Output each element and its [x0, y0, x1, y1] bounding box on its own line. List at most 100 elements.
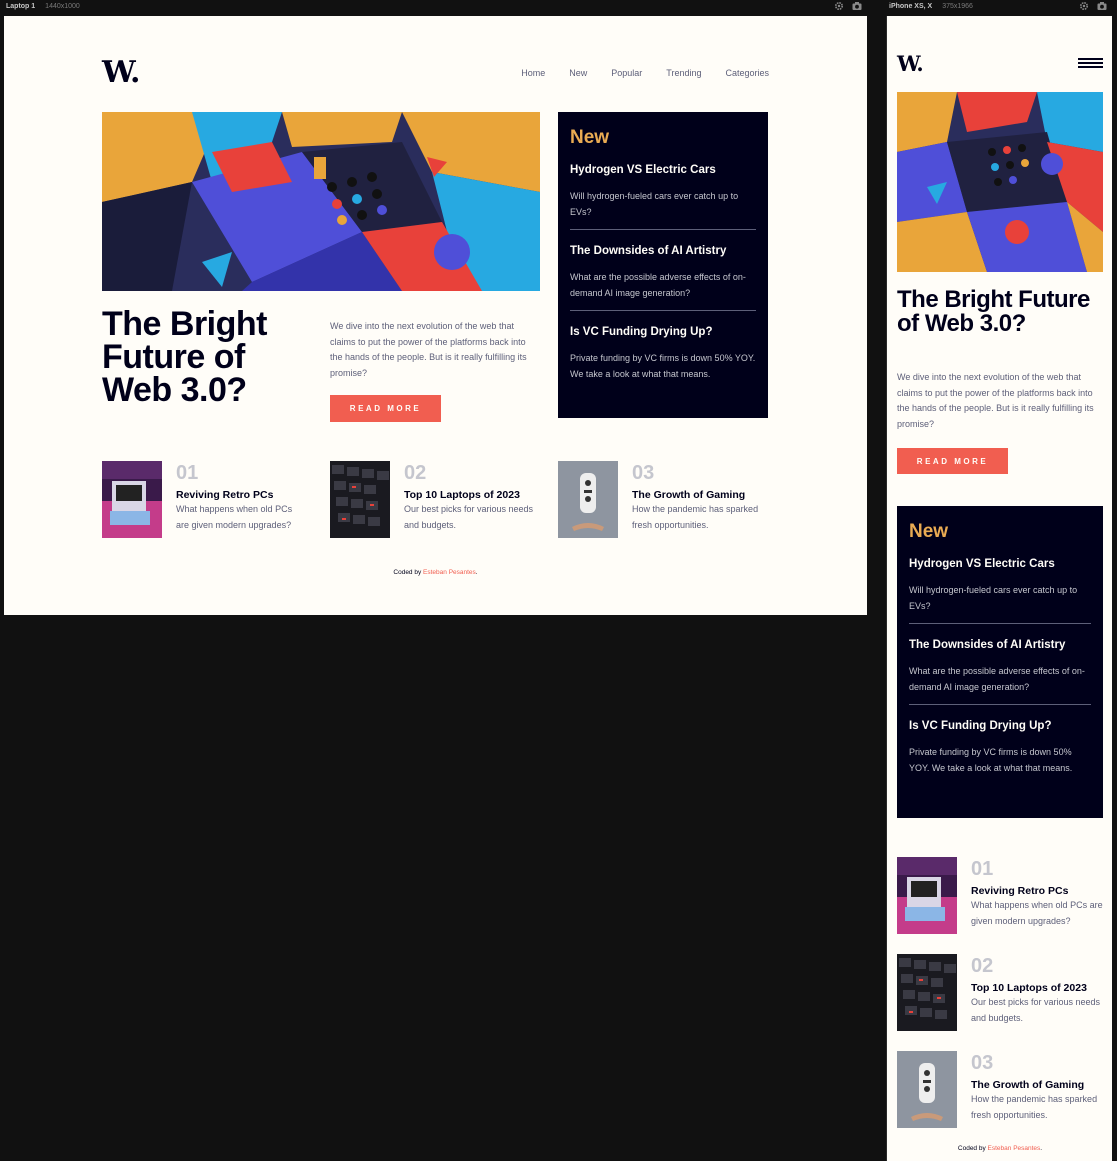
- article-card[interactable]: 03 The Growth of Gaming How the pandemic…: [558, 461, 762, 538]
- new-item-title[interactable]: Is VC Funding Drying Up?: [570, 325, 756, 339]
- featured-cards: 01 Reviving Retro PCs What happens when …: [897, 857, 1103, 1128]
- new-item-title[interactable]: Hydrogen VS Electric Cars: [570, 163, 756, 177]
- nav-item-popular[interactable]: Popular: [611, 68, 642, 78]
- hero-description: We dive into the next evolution of the w…: [330, 321, 527, 378]
- laptop-keyboard-thumbnail[interactable]: [897, 954, 957, 1031]
- hero-title: The Bright Future of Web 3.0?: [102, 305, 267, 409]
- card-text: 03 The Growth of Gaming How the pandemic…: [971, 1051, 1103, 1128]
- laptop-bar-icons: [834, 1, 862, 11]
- divider: [909, 623, 1091, 624]
- new-item-title[interactable]: Is VC Funding Drying Up?: [909, 719, 1091, 733]
- divider: [570, 229, 756, 230]
- nav-item-home[interactable]: Home: [521, 68, 545, 78]
- footer-author-link[interactable]: Esteban Pesantes: [423, 569, 476, 576]
- phone-bar-icons: [1079, 1, 1107, 11]
- card-description: How the pandemic has sparked fresh oppor…: [971, 1094, 1098, 1120]
- footer-prefix: Coded by: [393, 569, 422, 576]
- laptop-preview-frame: W. Home New Popular Trending Categories: [4, 16, 867, 615]
- new-item-description: Will hydrogen-fueled cars ever catch up …: [909, 585, 1078, 611]
- card-description: What happens when old PCs are given mode…: [176, 504, 293, 530]
- nav-item-categories[interactable]: Categories: [725, 68, 769, 78]
- card-title[interactable]: Top 10 Laptops of 2023: [404, 489, 534, 502]
- card-number: 03: [632, 462, 655, 484]
- new-item[interactable]: Hydrogen VS Electric Cars Will hydrogen-…: [909, 557, 1091, 614]
- hero-image: [102, 112, 540, 291]
- card-text: 01 Reviving Retro PCs What happens when …: [971, 857, 1103, 934]
- settings-icon[interactable]: [1079, 1, 1089, 11]
- footer-suffix: .: [475, 569, 478, 576]
- article-card[interactable]: 03 The Growth of Gaming How the pandemic…: [897, 1051, 1103, 1128]
- laptop-size-label: 1440x1000: [45, 3, 80, 10]
- card-title[interactable]: The Growth of Gaming: [971, 1079, 1103, 1092]
- card-number: 01: [971, 858, 994, 880]
- read-more-button[interactable]: READ MORE: [897, 448, 1008, 474]
- divider: [909, 704, 1091, 705]
- phone-preview-bar: iPhone XS, X 375x1966: [883, 0, 973, 13]
- nav-item-trending[interactable]: Trending: [666, 68, 701, 78]
- new-item-title[interactable]: The Downsides of AI Artistry: [909, 638, 1091, 652]
- new-item-description: What are the possible adverse effects of…: [570, 272, 746, 298]
- hero-description: We dive into the next evolution of the w…: [897, 372, 1094, 429]
- site-logo[interactable]: W.: [897, 52, 924, 76]
- new-item[interactable]: Is VC Funding Drying Up? Private funding…: [570, 325, 756, 382]
- retro-pc-thumbnail[interactable]: [102, 461, 162, 538]
- new-item-description: Will hydrogen-fueled cars ever catch up …: [570, 191, 739, 217]
- hero-title: The Bright Future of Web 3.0?: [897, 286, 1090, 337]
- card-description: What happens when old PCs are given mode…: [971, 900, 1103, 926]
- new-item-title[interactable]: Hydrogen VS Electric Cars: [909, 557, 1091, 571]
- card-description: Our best picks for various needs and bud…: [404, 504, 534, 530]
- article-card[interactable]: 01 Reviving Retro PCs What happens when …: [102, 461, 306, 538]
- card-description: Our best picks for various needs and bud…: [971, 997, 1101, 1023]
- card-number: 02: [404, 462, 427, 484]
- footer-author-link[interactable]: Esteban Pesantes: [988, 1145, 1041, 1152]
- laptop-keyboard-thumbnail[interactable]: [330, 461, 390, 538]
- new-articles-panel: New Hydrogen VS Electric Cars Will hydro…: [897, 506, 1103, 818]
- new-item-description: Private funding by VC firms is down 50% …: [570, 353, 756, 379]
- nav-item-new[interactable]: New: [569, 68, 587, 78]
- new-item[interactable]: Is VC Funding Drying Up? Private funding…: [909, 719, 1091, 776]
- card-text: 02 Top 10 Laptops of 2023 Our best picks…: [971, 954, 1103, 1031]
- site-footer: Coded by Esteban Pesantes.: [4, 569, 867, 576]
- phone-device-label: iPhone XS, X: [889, 3, 933, 10]
- footer-suffix: .: [1040, 1145, 1043, 1152]
- hamburger-menu-icon[interactable]: [1078, 58, 1103, 69]
- card-title[interactable]: Top 10 Laptops of 2023: [971, 982, 1103, 995]
- new-item[interactable]: Hydrogen VS Electric Cars Will hydrogen-…: [570, 163, 756, 220]
- new-item[interactable]: The Downsides of AI Artistry What are th…: [909, 638, 1091, 695]
- new-item[interactable]: The Downsides of AI Artistry What are th…: [570, 244, 756, 301]
- main-nav: Home New Popular Trending Categories: [521, 68, 769, 78]
- article-card[interactable]: 02 Top 10 Laptops of 2023 Our best picks…: [330, 461, 534, 538]
- divider: [570, 310, 756, 311]
- card-number: 01: [176, 462, 199, 484]
- card-number: 02: [971, 955, 994, 977]
- screenshot-icon[interactable]: [1097, 1, 1107, 11]
- card-title[interactable]: Reviving Retro PCs: [971, 885, 1103, 898]
- laptop-device-label: Laptop 1: [6, 3, 36, 10]
- new-heading: New: [909, 521, 949, 542]
- card-text: 01 Reviving Retro PCs What happens when …: [176, 461, 306, 538]
- hero-image: [897, 92, 1103, 272]
- game-controller-thumbnail[interactable]: [897, 1051, 957, 1128]
- screenshot-icon[interactable]: [852, 1, 862, 11]
- retro-pc-thumbnail[interactable]: [897, 857, 957, 934]
- site-logo[interactable]: W.: [102, 56, 140, 90]
- card-title[interactable]: The Growth of Gaming: [632, 489, 762, 502]
- card-description: How the pandemic has sparked fresh oppor…: [632, 504, 759, 530]
- new-item-description: What are the possible adverse effects of…: [909, 666, 1085, 692]
- article-card[interactable]: 01 Reviving Retro PCs What happens when …: [897, 857, 1103, 934]
- read-more-button[interactable]: READ MORE: [330, 395, 441, 422]
- card-title[interactable]: Reviving Retro PCs: [176, 489, 306, 502]
- phone-size-label: 375x1966: [942, 3, 973, 10]
- settings-icon[interactable]: [834, 1, 844, 11]
- new-item-title[interactable]: The Downsides of AI Artistry: [570, 244, 756, 258]
- card-text: 02 Top 10 Laptops of 2023 Our best picks…: [404, 461, 534, 538]
- new-item-description: Private funding by VC firms is down 50% …: [909, 747, 1073, 773]
- new-articles-panel: New Hydrogen VS Electric Cars Will hydro…: [558, 112, 768, 418]
- card-text: 03 The Growth of Gaming How the pandemic…: [632, 461, 762, 538]
- game-controller-thumbnail[interactable]: [558, 461, 618, 538]
- footer-prefix: Coded by: [957, 1145, 986, 1152]
- new-heading: New: [570, 127, 610, 148]
- site-footer: Coded by Esteban Pesantes.: [887, 1145, 1112, 1152]
- article-card[interactable]: 02 Top 10 Laptops of 2023 Our best picks…: [897, 954, 1103, 1031]
- card-number: 03: [971, 1052, 994, 1074]
